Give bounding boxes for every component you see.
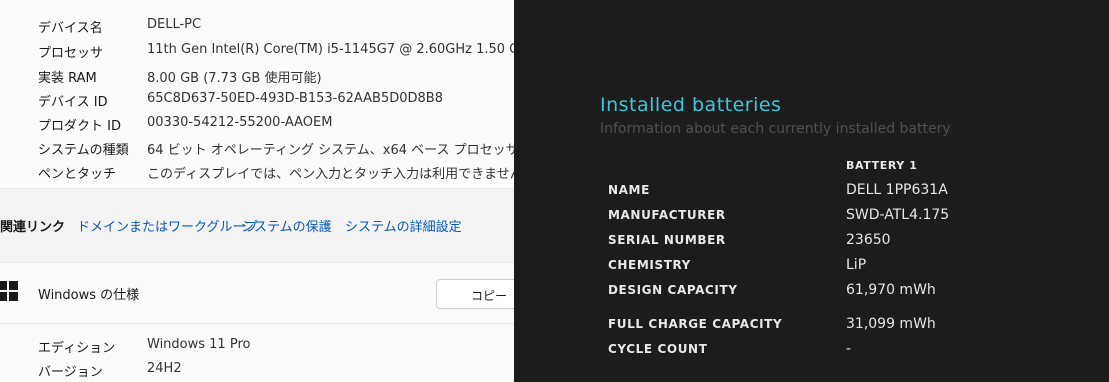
device-spec-card: デバイス名 DELL-PC プロセッサ 11th Gen Intel(R) Co…: [0, 0, 514, 189]
battery-value: LiP: [846, 257, 867, 273]
battery-report-title: Installed batteries: [600, 94, 782, 116]
spec-label: ペンとタッチ: [38, 167, 117, 182]
battery-value: 61,970 mWh: [846, 282, 936, 298]
battery-key: DESIGN CAPACITY: [608, 283, 738, 297]
battery-key: NAME: [608, 183, 650, 197]
windows-logo-icon: [0, 281, 18, 301]
battery-row-full-charge-capacity: FULL CHARGE CAPACITY 31,099 mWh: [514, 316, 1109, 339]
spec-label: デバイス ID: [38, 95, 108, 110]
battery-report-subtitle: Information about each currently install…: [600, 121, 951, 137]
windows-spec-title: Windows の仕様: [38, 288, 140, 303]
battery-value: 23650: [846, 232, 891, 248]
battery-row-design-capacity: DESIGN CAPACITY 61,970 mWh: [514, 282, 1109, 305]
related-links-title: 関連リンク: [0, 220, 66, 235]
spec-value[interactable]: 11th Gen Intel(R) Core(TM) i5-1145G7 @ 2…: [147, 42, 514, 57]
spec-label: プロセッサ: [38, 46, 104, 61]
battery-value: 31,099 mWh: [846, 316, 936, 332]
battery-row-manufacturer: MANUFACTURER SWD-ATL4.175: [514, 207, 1109, 230]
settings-panel: デバイス名 DELL-PC プロセッサ 11th Gen Intel(R) Co…: [0, 0, 514, 382]
spec-value[interactable]: 24H2: [147, 361, 182, 376]
battery-key: MANUFACTURER: [608, 208, 726, 222]
battery-value: DELL 1PP631A: [846, 182, 948, 198]
spec-label: 実装 RAM: [38, 71, 97, 86]
battery-value: SWD-ATL4.175: [846, 207, 950, 223]
spec-label: デバイス名: [38, 21, 103, 36]
battery-report: Installed batteries Information about ea…: [514, 0, 1109, 382]
windows-spec-header[interactable]: Windows の仕様 コピー: [0, 263, 514, 324]
domain-workgroup-link[interactable]: ドメインまたはワークグループ: [77, 216, 258, 235]
battery-key: FULL CHARGE CAPACITY: [608, 317, 783, 331]
battery-row-serial-number: SERIAL NUMBER 23650: [514, 232, 1109, 255]
battery-row-chemistry: CHEMISTRY LiP: [514, 257, 1109, 280]
battery-row-name: NAME DELL 1PP631A: [514, 182, 1109, 205]
spec-label: エディション: [38, 341, 116, 356]
battery-key: CHEMISTRY: [608, 258, 691, 272]
battery-value: -: [846, 341, 852, 357]
windows-spec-card: Windows の仕様 コピー エディション Windows 11 Pro バー…: [0, 262, 514, 382]
spec-value[interactable]: DELL-PC: [147, 17, 201, 32]
spec-label: システムの種類: [38, 143, 129, 158]
spec-label: バージョン: [38, 365, 103, 380]
advanced-system-settings-link[interactable]: システムの詳細設定: [345, 216, 462, 235]
spec-value[interactable]: 00330-54212-55200-AAOEM: [147, 115, 332, 130]
spec-label: プロダクト ID: [38, 119, 121, 134]
spec-value[interactable]: Windows 11 Pro: [147, 337, 250, 352]
system-protection-link[interactable]: システムの保護: [241, 216, 332, 235]
battery-key: CYCLE COUNT: [608, 342, 708, 356]
spec-value[interactable]: このディスプレイでは、ペン入力とタッチ入力は利用できません: [147, 163, 514, 182]
spec-value[interactable]: 8.00 GB (7.73 GB 使用可能): [147, 67, 322, 86]
battery-row-cycle-count: CYCLE COUNT -: [514, 341, 1109, 364]
battery-column-header: BATTERY 1: [846, 159, 918, 172]
copy-button[interactable]: コピー: [436, 279, 514, 309]
related-links: 関連リンク ドメインまたはワークグループ システムの保護 システムの詳細設定: [0, 196, 514, 250]
spec-value[interactable]: 65C8D637-50ED-493D-B153-62AAB5D0D8B8: [147, 91, 443, 106]
spec-value[interactable]: 64 ビット オペレーティング システム、x64 ベース プロセッサ: [147, 139, 514, 158]
battery-key: SERIAL NUMBER: [608, 233, 726, 247]
